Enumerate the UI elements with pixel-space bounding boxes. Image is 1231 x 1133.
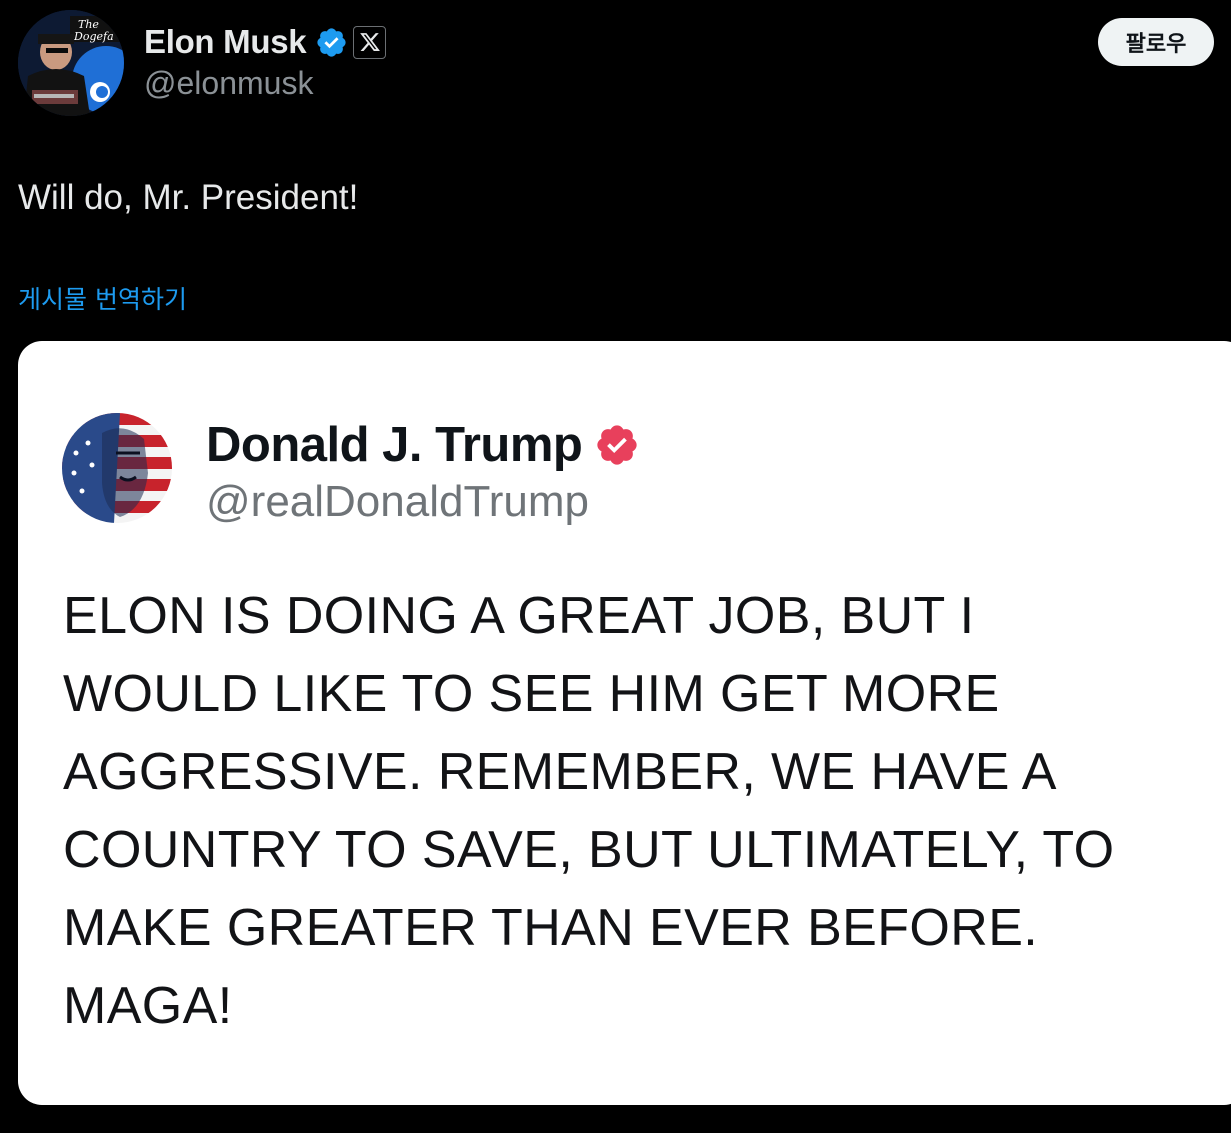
avatar[interactable]: The Dogefa: [18, 10, 124, 116]
quoted-author-name-row: Donald J. Trump: [206, 417, 640, 473]
quoted-avatar-image: [62, 413, 172, 523]
author-name[interactable]: Elon Musk: [144, 23, 307, 61]
quoted-post-text: ELON IS DOING A GREAT JOB, BUT I WOULD L…: [63, 587, 1115, 1035]
author-name-row: Elon Musk: [144, 22, 387, 62]
tweet-text: Will do, Mr. President!: [18, 178, 359, 217]
verified-badge-icon: [597, 425, 638, 465]
avatar-image: The Dogefa: [18, 10, 124, 116]
svg-text:Dogefa: Dogefa: [73, 30, 114, 43]
quoted-author-avatar[interactable]: [62, 413, 172, 523]
translate-post-link[interactable]: 게시물 번역하기: [18, 280, 187, 316]
quoted-author-handle[interactable]: @realDonaldTrump: [206, 477, 589, 527]
quoted-post-card[interactable]: Donald J. Trump @realDonaldTrump ELON IS…: [18, 341, 1231, 1105]
verified-badge-icon: [317, 27, 346, 57]
follow-button[interactable]: 팔로우: [1098, 18, 1214, 66]
author-handle[interactable]: @elonmusk: [144, 65, 313, 102]
tweet-header: The Dogefa Elon Musk @elonmusk 팔로우: [18, 10, 1218, 120]
quoted-author-name[interactable]: Donald J. Trump: [206, 417, 583, 473]
x-logo-icon: [353, 25, 387, 59]
